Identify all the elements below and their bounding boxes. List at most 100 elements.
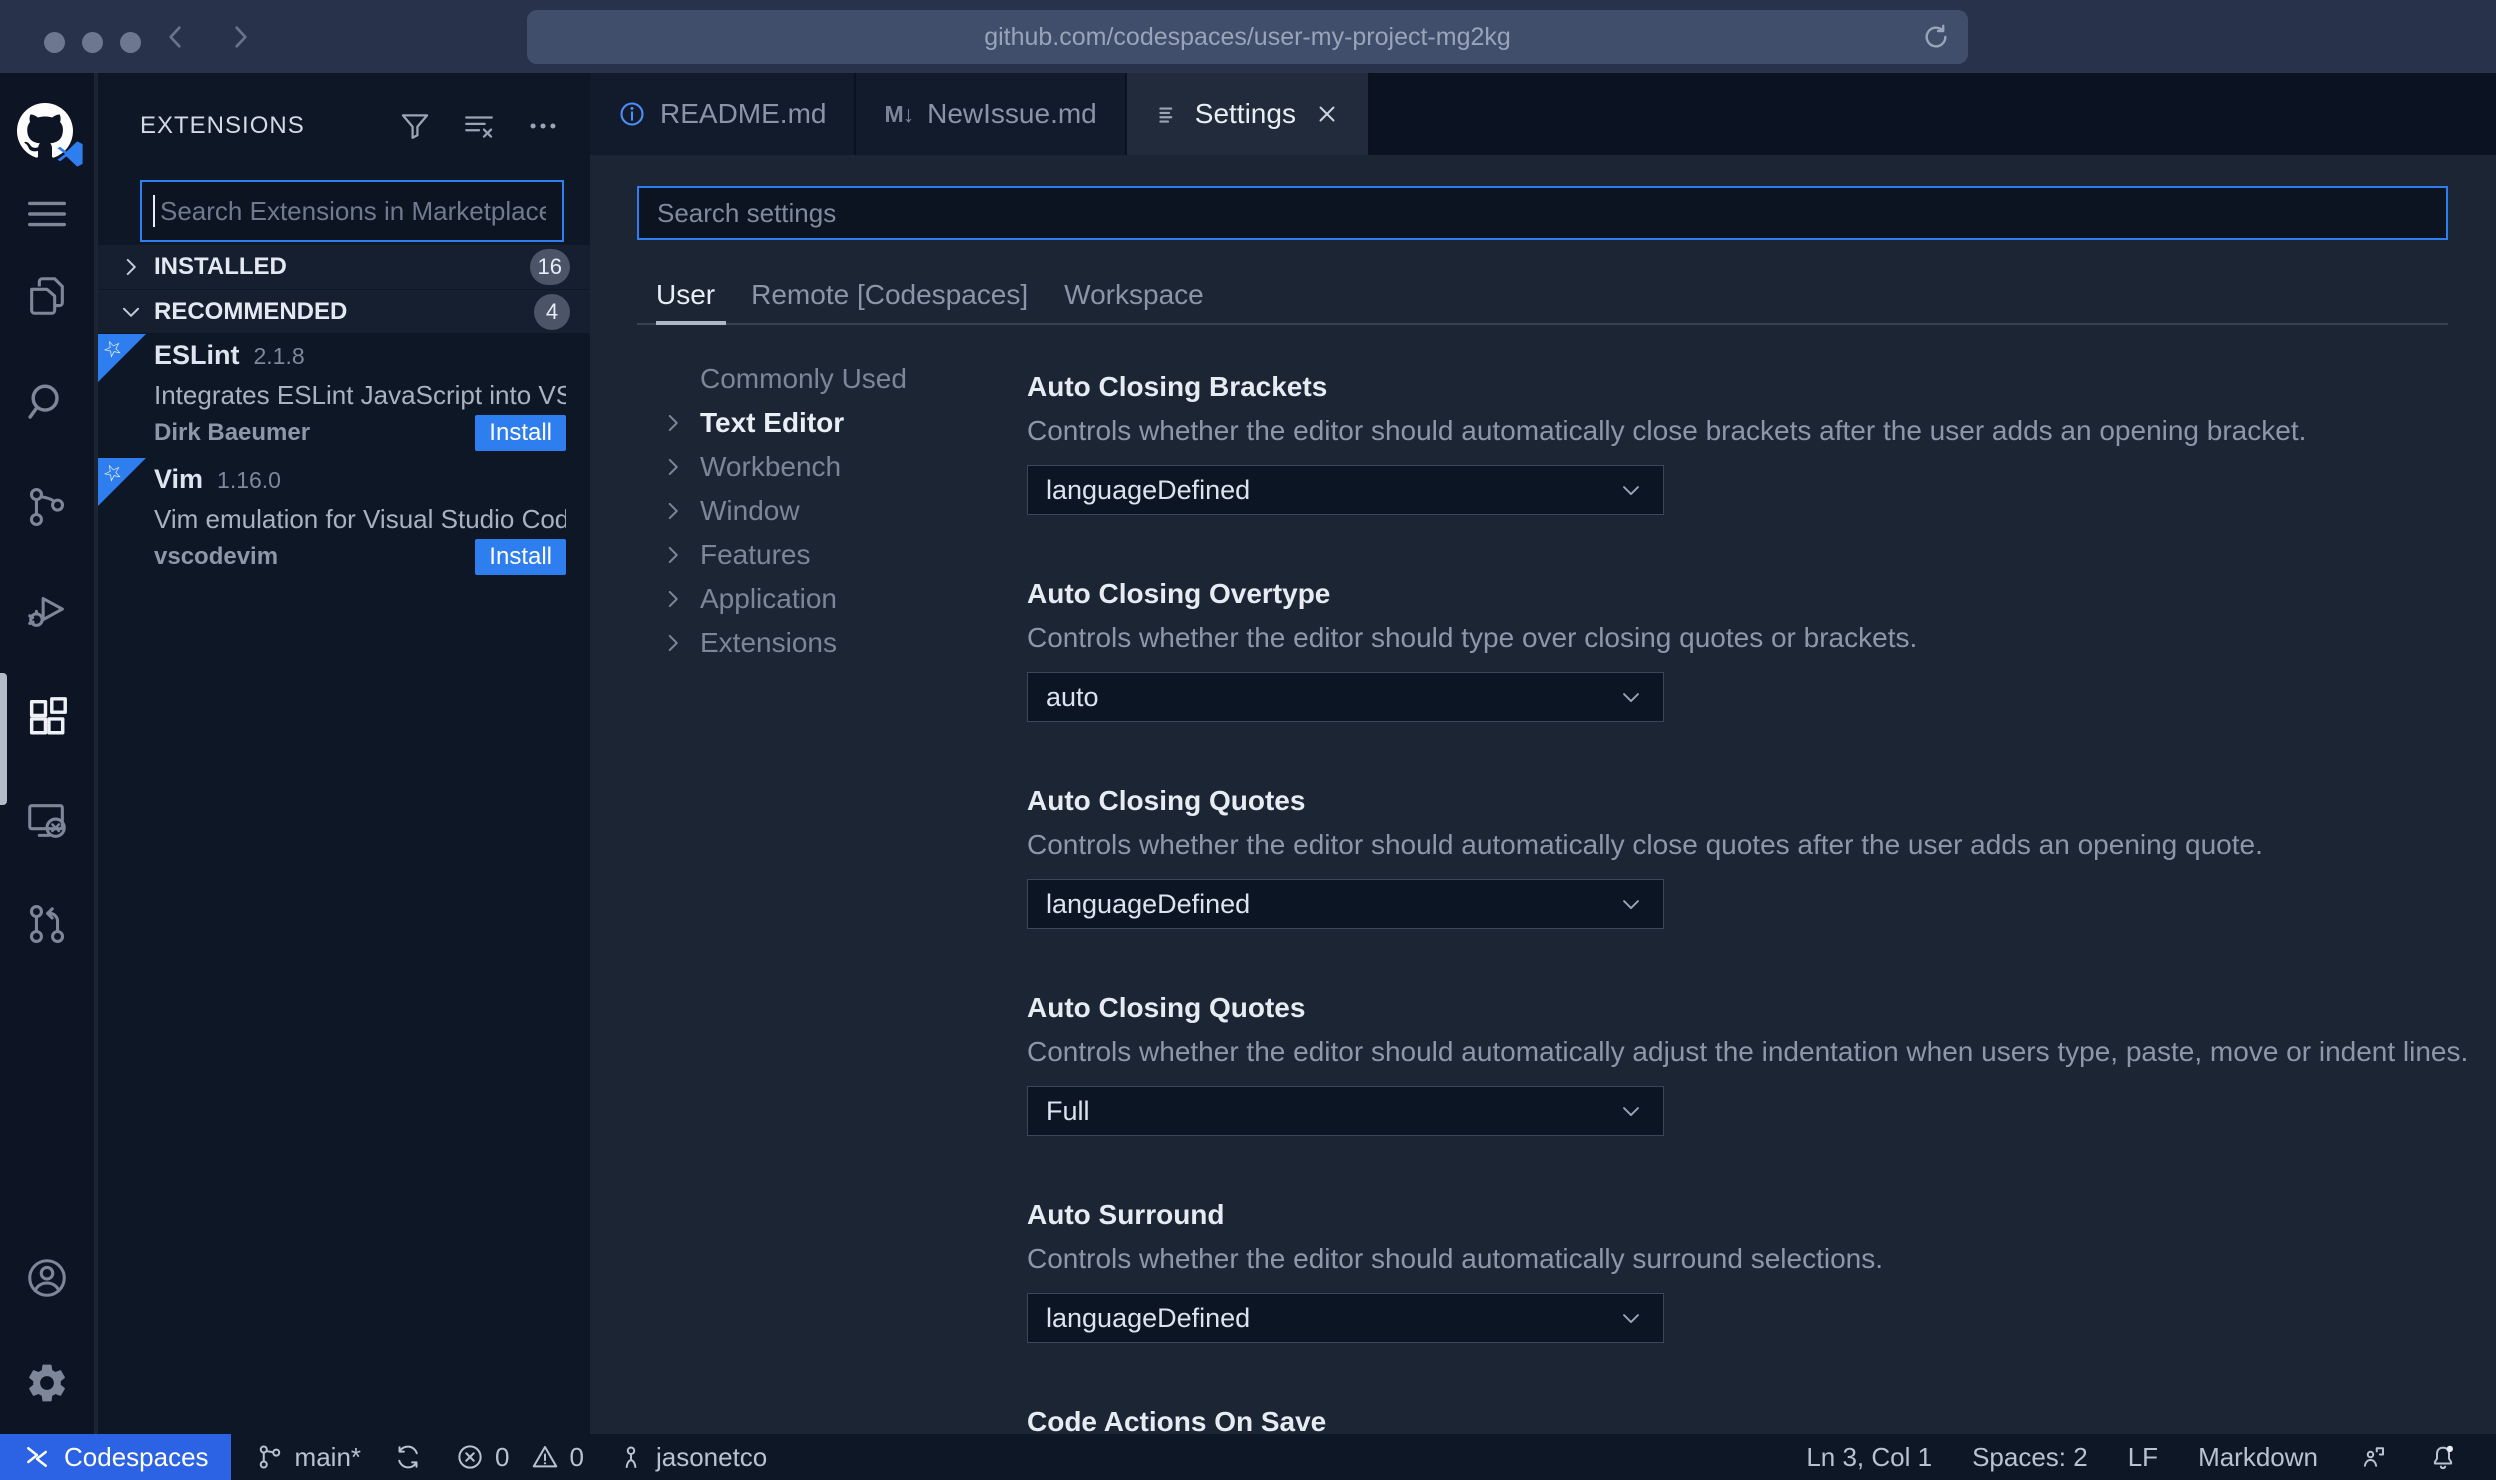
explorer-icon[interactable] bbox=[24, 273, 70, 319]
extensions-sidebar: EXTENSIONS INSTALLED 16 RECOMMENDED 4 bbox=[98, 73, 590, 1434]
settings-list: Auto Closing Brackets Controls whether t… bbox=[1027, 371, 2468, 1437]
reload-icon[interactable] bbox=[1920, 21, 1952, 53]
filter-icon[interactable] bbox=[398, 109, 432, 143]
toc-features[interactable]: Features bbox=[590, 533, 950, 577]
chevron-right-icon bbox=[660, 498, 686, 524]
settings-editor: User Remote [Codespaces] Workspace Commo… bbox=[590, 155, 2496, 1437]
run-debug-icon[interactable] bbox=[24, 588, 70, 634]
scope-tab-user[interactable]: User bbox=[656, 279, 715, 311]
extension-list-item[interactable]: ☆ Vim 1.16.0 Vim emulation for Visual St… bbox=[98, 457, 590, 582]
chevron-right-icon bbox=[118, 254, 144, 280]
feedback-icon bbox=[2358, 1442, 2388, 1472]
setting-dropdown[interactable]: Full bbox=[1027, 1086, 1664, 1136]
section-installed[interactable]: INSTALLED 16 bbox=[98, 245, 590, 289]
extension-list-item[interactable]: ☆ ESLint 2.1.8 Integrates ESLint JavaScr… bbox=[98, 333, 590, 458]
setting-item: Auto Closing Quotes Controls whether the… bbox=[1027, 785, 2448, 992]
dropdown-value: languageDefined bbox=[1046, 888, 1251, 919]
setting-dropdown[interactable]: languageDefined bbox=[1027, 1293, 1664, 1343]
sync-status[interactable] bbox=[377, 1434, 439, 1480]
toc-extensions[interactable]: Extensions bbox=[590, 621, 950, 665]
extension-description: Vim emulation for Visual Studio Code... bbox=[154, 504, 566, 534]
chevron-right-icon bbox=[660, 586, 686, 612]
extension-publisher: vscodevim bbox=[154, 543, 279, 570]
chevron-right-icon bbox=[660, 454, 686, 480]
dropdown-value: languageDefined bbox=[1046, 474, 1251, 505]
url-text: github.com/codespaces/user-my-project-mg… bbox=[984, 22, 1511, 51]
toc-workbench[interactable]: Workbench bbox=[590, 445, 950, 489]
error-icon bbox=[455, 1442, 485, 1472]
notifications-status[interactable] bbox=[2408, 1442, 2478, 1472]
search-icon[interactable] bbox=[24, 379, 70, 425]
remote-explorer-icon[interactable] bbox=[24, 798, 70, 844]
source-control-icon[interactable] bbox=[24, 484, 70, 530]
setting-title: Auto Closing Overtype bbox=[1027, 578, 1331, 609]
account-icon[interactable] bbox=[24, 1255, 70, 1301]
indentation-status[interactable]: Spaces: 2 bbox=[1952, 1442, 2108, 1473]
user-status[interactable]: jasonetco bbox=[600, 1434, 783, 1480]
toc-window[interactable]: Window bbox=[590, 489, 950, 533]
feedback-status[interactable] bbox=[2338, 1442, 2408, 1472]
tab-readme[interactable]: README.md bbox=[590, 73, 857, 155]
dropdown-value: Full bbox=[1046, 1095, 1090, 1126]
browser-forward-button[interactable] bbox=[224, 21, 256, 53]
editor-area: README.md M↓ NewIssue.md Settings User R… bbox=[590, 73, 2496, 1437]
user-label: jasonetco bbox=[655, 1441, 768, 1472]
clear-search-results-icon[interactable] bbox=[462, 109, 496, 143]
tab-bar: README.md M↓ NewIssue.md Settings bbox=[590, 73, 2496, 155]
sync-icon bbox=[393, 1442, 423, 1472]
window-controls bbox=[44, 32, 141, 53]
toc-commonly-used[interactable]: Commonly Used bbox=[590, 357, 950, 401]
scope-tab-remote[interactable]: Remote [Codespaces] bbox=[751, 279, 1028, 311]
setting-dropdown[interactable]: languageDefined bbox=[1027, 879, 1664, 929]
github-codespaces-logo[interactable] bbox=[17, 103, 83, 167]
language-mode[interactable]: Markdown bbox=[2178, 1442, 2338, 1473]
setting-description: Controls whether the editor should autom… bbox=[1027, 829, 2263, 860]
extension-version: 1.16.0 bbox=[217, 467, 281, 493]
settings-gear-icon[interactable] bbox=[24, 1360, 70, 1406]
extension-publisher: Dirk Baeumer bbox=[154, 419, 311, 446]
remote-indicator[interactable]: Codespaces bbox=[0, 1434, 231, 1480]
install-button[interactable]: Install bbox=[475, 415, 566, 451]
tab-newissue[interactable]: M↓ NewIssue.md bbox=[856, 73, 1127, 155]
tab-label: NewIssue.md bbox=[927, 98, 1097, 129]
settings-search-input[interactable] bbox=[637, 186, 2448, 240]
setting-dropdown[interactable]: auto bbox=[1027, 672, 1664, 722]
menu-icon[interactable] bbox=[24, 191, 70, 237]
setting-item: Auto Closing Overtype Controls whether t… bbox=[1027, 578, 2448, 785]
remote-label: Codespaces bbox=[64, 1441, 209, 1472]
tab-settings[interactable]: Settings bbox=[1126, 73, 1370, 155]
section-recommended[interactable]: RECOMMENDED 4 bbox=[98, 289, 590, 333]
eol-status[interactable]: LF bbox=[2108, 1442, 2178, 1473]
browser-back-button[interactable] bbox=[160, 21, 192, 53]
install-button[interactable]: Install bbox=[475, 539, 566, 575]
window-minimize-button[interactable] bbox=[82, 32, 103, 53]
branch-status[interactable]: main* bbox=[239, 1434, 377, 1480]
cursor-position[interactable]: Ln 3, Col 1 bbox=[1786, 1442, 1952, 1473]
setting-description: Controls whether the editor should autom… bbox=[1027, 415, 2307, 446]
window-close-button[interactable] bbox=[44, 32, 65, 53]
github-pull-request-icon[interactable] bbox=[24, 901, 70, 947]
chevron-down-icon bbox=[1617, 1097, 1645, 1125]
scope-tab-workspace[interactable]: Workspace bbox=[1064, 279, 1204, 311]
dropdown-value: languageDefined bbox=[1046, 1302, 1251, 1333]
extensions-icon[interactable] bbox=[24, 694, 70, 740]
setting-dropdown[interactable]: languageDefined bbox=[1027, 465, 1664, 515]
toc-application[interactable]: Application bbox=[590, 577, 950, 621]
chevron-right-icon bbox=[660, 542, 686, 568]
warning-icon bbox=[530, 1442, 560, 1472]
window-zoom-button[interactable] bbox=[120, 32, 141, 53]
chevron-down-icon bbox=[1617, 476, 1645, 504]
settings-scope-tabs: User Remote [Codespaces] Workspace bbox=[656, 273, 1204, 317]
setting-item: Auto Closing Brackets Controls whether t… bbox=[1027, 371, 2448, 578]
address-bar[interactable]: github.com/codespaces/user-my-project-mg… bbox=[527, 10, 1968, 64]
problems-status[interactable]: 0 0 bbox=[439, 1434, 600, 1480]
more-actions-icon[interactable] bbox=[526, 109, 560, 143]
setting-title: Auto Closing Brackets bbox=[1027, 371, 1328, 402]
scope-divider bbox=[637, 323, 2448, 325]
count-badge: 16 bbox=[529, 249, 570, 285]
extensions-search-input[interactable] bbox=[140, 180, 564, 242]
chevron-right-icon bbox=[660, 410, 686, 436]
toc-text-editor[interactable]: Text Editor bbox=[590, 401, 950, 445]
close-icon[interactable] bbox=[1314, 101, 1340, 127]
setting-title: Auto Closing Quotes bbox=[1027, 785, 1306, 816]
